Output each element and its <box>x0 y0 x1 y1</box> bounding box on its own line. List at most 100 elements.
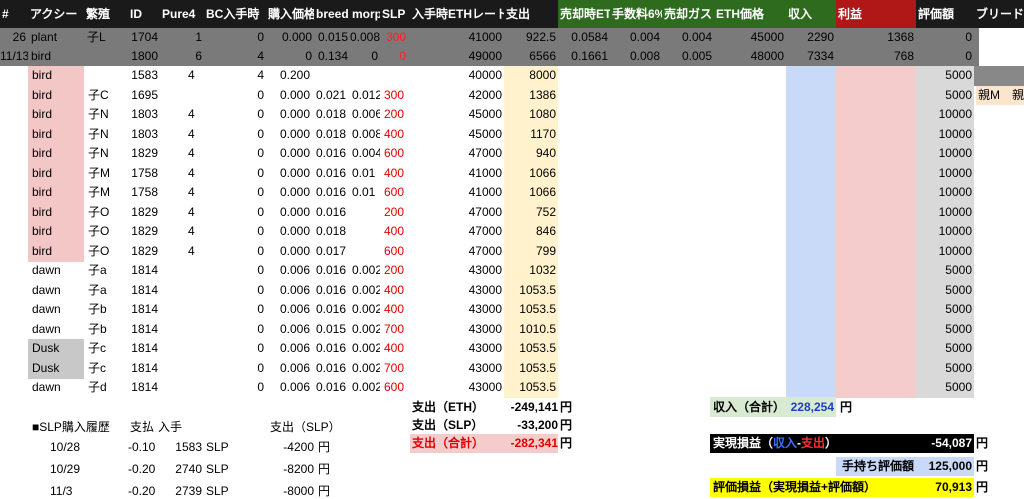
cell-bc: 0 <box>257 146 264 160</box>
cell-bc: 0 <box>257 224 264 238</box>
header-breed: 繁殖 <box>84 0 128 28</box>
cell-id: 1814 <box>131 263 158 277</box>
profit-column-band <box>836 66 916 398</box>
cell-exp: 846 <box>535 224 556 238</box>
summary-cell-buy: 0.000 <box>281 30 312 44</box>
cell-exp: 1053.5 <box>519 283 556 297</box>
cell-id: 1803 <box>131 127 158 141</box>
cell-exp: 1010.5 <box>519 322 556 336</box>
header-pure: Pure4 <box>160 0 204 28</box>
cell-slp: 400 <box>384 166 405 180</box>
header-num: # <box>0 0 28 28</box>
cell-exp: 940 <box>535 146 556 160</box>
header-fee: 手数料6% <box>610 0 662 28</box>
cell-id: 1583 <box>131 68 158 82</box>
cell-axie: dawn <box>32 263 61 277</box>
cell-eth: 47000 <box>468 224 502 238</box>
cell-eth: 47000 <box>468 244 502 258</box>
cell-axie: Dusk <box>32 341 60 355</box>
cell-slp: 600 <box>384 380 405 394</box>
header-buy: 購入価格 <box>266 0 314 28</box>
cell-breed: 子M <box>88 166 110 180</box>
cell-pure: 4 <box>188 166 195 180</box>
cell-eval: 5000 <box>945 88 972 102</box>
holdings-value: 125,000 <box>928 459 972 473</box>
cell-exp: 1053.5 <box>519 302 556 316</box>
cell-id: 1814 <box>131 361 158 375</box>
summary-cell-id: 1704 <box>131 30 158 44</box>
cell-eth: 45000 <box>468 127 502 141</box>
cell-breedc: 0.016 <box>316 205 347 219</box>
cell-slp: 200 <box>384 107 405 121</box>
cell-eth: 43000 <box>468 361 502 375</box>
cell-id: 1829 <box>131 224 158 238</box>
evaluated-label: 評価損益（実現損益+評価額） <box>713 480 877 494</box>
cell-id: 1814 <box>131 341 158 355</box>
slp-history-yen: -4200 <box>283 440 314 454</box>
summary-cell-gas: 0.004 <box>681 30 712 44</box>
cell-breedc: 0.016 <box>316 185 347 199</box>
cell-bc: 0 <box>257 263 264 277</box>
summary-cell-eth: 49000 <box>468 49 502 63</box>
cell-id: 1758 <box>131 166 158 180</box>
cell-slp: 600 <box>384 244 405 258</box>
cell-morp: 0.012 <box>352 88 380 102</box>
summary-cell-slp: 300 <box>385 30 406 44</box>
cell-slp: 700 <box>384 361 405 375</box>
breeder-parent-cell: 親 <box>1010 86 1024 105</box>
cell-eval: 5000 <box>945 263 972 277</box>
cell-pure: 4 <box>188 107 195 121</box>
yen-unit: 円 <box>976 480 989 494</box>
slp-history-unit: SLP <box>206 484 229 498</box>
cell-bc: 0 <box>257 322 264 336</box>
cell-morp: 0.002 <box>352 361 380 375</box>
cell-morp: 0.01 <box>352 185 376 199</box>
cell-breedc: 0.017 <box>316 244 347 258</box>
cell-axie: bird <box>32 185 53 199</box>
cell-exp: 752 <box>535 205 556 219</box>
cell-breed: 子M <box>88 185 110 199</box>
header-ethp: ETH価格 <box>714 0 786 28</box>
cell-exp: 1053.5 <box>519 361 556 375</box>
cell-bc: 0 <box>257 127 264 141</box>
cell-breed: 子C <box>88 88 109 102</box>
realized-value: -54,087 <box>931 436 972 450</box>
cell-eth: 43000 <box>468 322 502 336</box>
slp-history-col-paid: 支払 <box>130 420 155 434</box>
summary-cell-num: 11/13 <box>0 49 28 63</box>
cell-eth: 41000 <box>468 185 502 199</box>
cell-buy: 0.000 <box>280 185 311 199</box>
summary-cell-bc: 0 <box>257 30 264 44</box>
cell-exp: 799 <box>535 244 556 258</box>
cell-eth: 47000 <box>468 205 502 219</box>
cell-pure: 4 <box>188 244 195 258</box>
cell-eval: 5000 <box>945 322 972 336</box>
summary-cell-breedc: 0.134 <box>317 49 348 63</box>
evaluated-value: 70,913 <box>935 480 972 494</box>
cell-eth: 43000 <box>468 263 502 277</box>
header-breeder: ブリード <box>974 0 1024 28</box>
income-total-value: 228,254 <box>790 400 834 414</box>
cell-axie: bird <box>32 88 53 102</box>
cell-bc: 0 <box>257 341 264 355</box>
cell-exp: 1066 <box>529 166 556 180</box>
cell-pure: 4 <box>188 205 195 219</box>
cell-eth: 43000 <box>468 341 502 355</box>
expense-eth-value: -249,141 <box>510 400 558 414</box>
cell-breed: 子O <box>88 205 110 219</box>
cell-bc: 0 <box>257 107 264 121</box>
slp-history-date: 10/29 <box>50 462 81 476</box>
summary-cell-ethp: 48000 <box>750 49 784 63</box>
cell-breed: 子d <box>88 380 107 394</box>
cell-slp: 200 <box>384 205 405 219</box>
slp-history-paid: -0.20 <box>128 462 156 476</box>
slp-history-yen: -8200 <box>283 462 314 476</box>
summary-cell-axie: bird <box>31 49 52 63</box>
cell-exp: 1386 <box>529 88 556 102</box>
header-gas: 売却ガス <box>662 0 714 28</box>
expense-total-value: -282,341 <box>510 436 558 450</box>
cell-eval: 5000 <box>945 302 972 316</box>
cell-morp: 0.002 <box>352 263 380 277</box>
summary-cell-axie: plant <box>31 30 58 44</box>
cell-buy: 0.000 <box>280 127 311 141</box>
